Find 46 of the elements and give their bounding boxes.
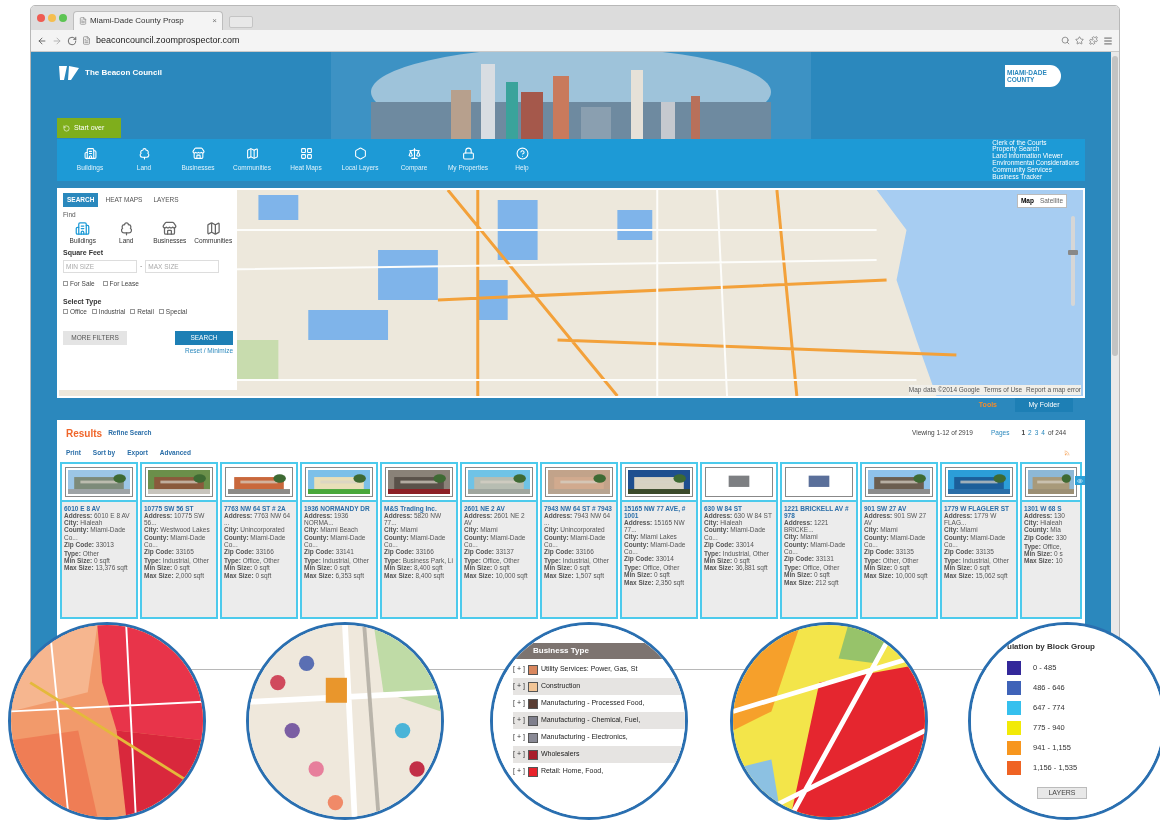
map-icon: [205, 220, 221, 236]
help-icon: [515, 147, 529, 161]
checkbox[interactable]: [130, 309, 136, 315]
hexagon-icon: [353, 147, 367, 161]
menu-icon[interactable]: [1103, 35, 1113, 46]
legend-title: ulation by Block Group: [1007, 641, 1096, 653]
grid-icon: [299, 147, 313, 161]
page-icon: [82, 36, 91, 45]
checkbox[interactable]: [63, 309, 68, 315]
checkbox[interactable]: [158, 309, 164, 315]
maximize-window-icon[interactable]: [59, 14, 67, 22]
close-window-icon[interactable]: [37, 14, 45, 22]
back-icon[interactable]: [37, 35, 47, 46]
tab-close-button[interactable]: ×: [212, 15, 217, 27]
eye-tab[interactable]: [1075, 476, 1085, 485]
restart-icon: [63, 124, 70, 132]
new-tab-button[interactable]: [229, 16, 253, 28]
lock-icon: [461, 147, 475, 161]
scrollbar-thumb[interactable]: [1112, 56, 1118, 356]
legend-title: Business Type: [533, 645, 589, 657]
rss-icon[interactable]: [1064, 450, 1070, 456]
storefront-icon: [191, 147, 205, 161]
browser-tab[interactable]: Miami-Dade County Prosp ×: [73, 11, 223, 30]
checkbox[interactable]: [102, 281, 108, 287]
minimize-window-icon[interactable]: [48, 14, 56, 22]
map-icon: [245, 147, 259, 161]
reload-icon[interactable]: [67, 35, 77, 46]
tree-icon: [137, 147, 151, 161]
checkbox[interactable]: [63, 281, 68, 287]
scale-icon: [407, 147, 421, 161]
results-title: Results: [66, 426, 103, 441]
extension-icon[interactable]: [1089, 36, 1098, 45]
storefront-icon: [162, 220, 178, 236]
page-icon: [79, 17, 87, 25]
checkbox[interactable]: [91, 309, 97, 315]
logo-text: The Beacon Council: [85, 67, 162, 79]
building-icon: [83, 147, 97, 161]
eye-icon: [1077, 477, 1083, 484]
tab-title: Miami-Dade County Prosp: [90, 15, 184, 27]
tree-icon: [118, 220, 134, 236]
building-icon: [75, 220, 91, 236]
zoom-icon[interactable]: [1061, 36, 1070, 45]
bookmark-star-icon[interactable]: [1075, 36, 1084, 45]
forward-icon[interactable]: [52, 35, 62, 46]
zoom-slider-thumb[interactable]: [1068, 250, 1078, 255]
logo-icon: [57, 64, 81, 82]
